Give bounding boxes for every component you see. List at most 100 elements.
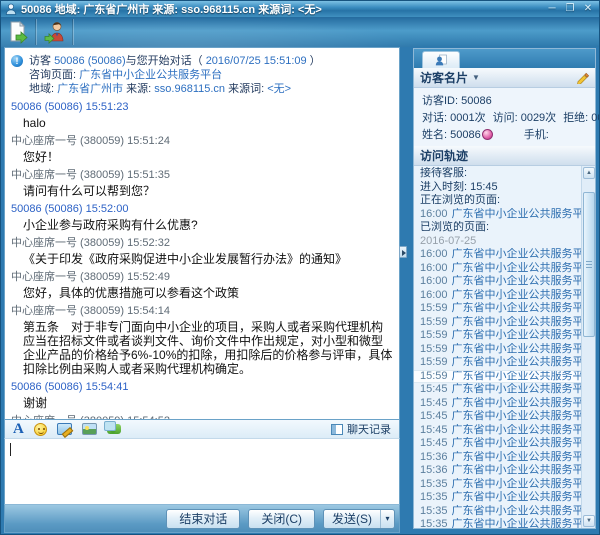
trail-entry[interactable]: 15:59广东省中小企业公共服务平台 <box>414 370 581 384</box>
trail-entry[interactable]: 15:36广东省中小企业公共服务平台 <box>414 464 581 478</box>
trail-entry[interactable]: 15:45广东省中小企业公共服务平台 <box>414 383 581 397</box>
trail-entry-link[interactable]: 广东省中小企业公共服务平台 <box>452 478 581 490</box>
minimize-button[interactable]: ─ <box>545 3 559 15</box>
trail-label-row: 正在浏览的页面: <box>414 194 581 208</box>
system-message-line: 咨询页面: 广东省中小企业公共服务平台 <box>29 68 393 82</box>
font-format-icon[interactable]: A <box>13 422 24 436</box>
quick-reply-icon[interactable] <box>107 424 121 434</box>
trail-entry-link[interactable]: 广东省中小企业公共服务平台 <box>452 410 581 422</box>
document-export-icon <box>6 20 30 44</box>
close-button[interactable]: 关闭(C) <box>248 509 315 529</box>
send-button[interactable]: 发送(S) ▾ <box>323 509 395 529</box>
close-window-button[interactable]: ✕ <box>581 3 595 15</box>
trail-entry[interactable]: 15:45广东省中小企业公共服务平台 <box>414 437 581 451</box>
trail-entry-link[interactable]: 广东省中小企业公共服务平台 <box>452 397 581 409</box>
text-caret <box>10 443 11 456</box>
trail-entry[interactable]: 15:36广东省中小企业公共服务平台 <box>414 451 581 465</box>
emoticon-icon[interactable] <box>34 423 47 436</box>
send-image-icon[interactable] <box>82 423 97 435</box>
trail-entry[interactable]: 15:35广东省中小企业公共服务平台 <box>414 491 581 505</box>
chat-window: 50086 地域: 广东省广州市 来源: sso.968115.cn 来源词: … <box>0 0 600 535</box>
system-label: 来源: <box>123 83 154 95</box>
trail-entry[interactable]: 16:00广东省中小企业公共服务平台 <box>414 248 581 262</box>
trail-entry-link[interactable]: 广东省中小企业公共服务平台 <box>452 302 581 314</box>
trail-entry[interactable]: 15:59广东省中小企业公共服务平台 <box>414 302 581 316</box>
chevron-down-icon[interactable]: ▼ <box>472 73 480 82</box>
visitor-stat: 拒绝: 0000次 <box>563 112 600 124</box>
trail-entry[interactable]: 15:59广东省中小企业公共服务平台 <box>414 316 581 330</box>
window-title: 50086 地域: 广东省广州市 来源: sso.968115.cn 来源词: … <box>21 1 322 17</box>
trail-entry-link[interactable]: 广东省中小企业公共服务平台 <box>452 491 581 503</box>
visitor-tabbar <box>414 49 595 68</box>
trail-entry-link[interactable]: 广东省中小企业公共服务平台 <box>452 464 581 476</box>
trail-entry-link[interactable]: 广东省中小企业公共服务平台 <box>452 248 581 260</box>
trail-entry-link[interactable]: 广东省中小企业公共服务平台 <box>452 356 581 368</box>
send-options-arrow[interactable]: ▾ <box>380 510 394 528</box>
trail-entry-link[interactable]: 广东省中小企业公共服务平台 <box>452 451 581 463</box>
end-conversation-button[interactable]: 结束对话 <box>166 509 240 529</box>
trail-label-row: 已浏览的页面: <box>414 221 581 235</box>
visitor-id-label: 访客ID: <box>422 95 458 107</box>
trail-entry-link[interactable]: 广东省中小企业公共服务平台 <box>452 316 581 328</box>
visitor-card-title[interactable]: 访客名片 <box>420 69 468 86</box>
export-record-button[interactable] <box>1 18 35 46</box>
trail-entry-link[interactable]: 广东省中小企业公共服务平台 <box>452 505 581 517</box>
system-link[interactable]: <无> <box>267 83 291 95</box>
trail-entry-link[interactable]: 广东省中小企业公共服务平台 <box>452 424 581 436</box>
trail-entry[interactable]: 15:35广东省中小企业公共服务平台 <box>414 478 581 492</box>
trail-entry-time: 16:00 <box>420 208 448 220</box>
trail-entry[interactable]: 16:00广东省中小企业公共服务平台 <box>414 289 581 303</box>
trail-entry-link[interactable]: 广东省中小企业公共服务平台 <box>452 275 581 287</box>
trail-entry-time: 15:35 <box>420 518 448 528</box>
trail-entry-link[interactable]: 广东省中小企业公共服务平台 <box>452 208 581 220</box>
trail-entry[interactable]: 16:00广东省中小企业公共服务平台 <box>414 275 581 289</box>
panel-splitter-button[interactable] <box>399 246 407 258</box>
screen-capture-icon[interactable] <box>57 423 72 435</box>
trail-entry[interactable]: 16:00 广东省中小企业公共服务平台 <box>414 208 581 222</box>
transfer-session-button[interactable] <box>38 18 72 46</box>
trail-entry[interactable]: 15:35广东省中小企业公共服务平台 <box>414 505 581 519</box>
message-author: 中心座席一号 (380059) 15:54:52 <box>11 415 393 419</box>
trail-entry-link[interactable]: 广东省中小企业公共服务平台 <box>452 289 581 301</box>
tab-visitor-card[interactable] <box>422 51 460 68</box>
trail-entry[interactable]: 15:45广东省中小企业公共服务平台 <box>414 424 581 438</box>
history-date: 2016-07-25 <box>420 235 476 247</box>
visit-trail-list[interactable]: 接待客服:进入时刻: 15:45正在浏览的页面:16:00广东省中小企业公共服务… <box>414 166 595 528</box>
trail-entry[interactable]: 15:35 广东省中小企业公共服务平台 <box>414 518 581 528</box>
system-label: 与您开始对话（ <box>126 55 206 67</box>
trail-entry-link[interactable]: 广东省中小企业公共服务平台 <box>452 262 581 274</box>
system-link[interactable]: 2016/07/25 15:51:09 <box>206 55 307 67</box>
trail-entry[interactable]: 15:45广东省中小企业公共服务平台 <box>414 397 581 411</box>
trail-entry-link[interactable]: 广东省中小企业公共服务平台 <box>452 370 581 382</box>
trail-scrollbar[interactable]: ▲ ▼ <box>581 166 595 528</box>
message-text: 您好！ <box>23 150 393 164</box>
history-panel-icon <box>331 424 343 435</box>
scrollbar-thumb[interactable] <box>583 192 595 337</box>
trail-entry[interactable]: 16:00广东省中小企业公共服务平台 <box>414 262 581 276</box>
trail-label: 接待客服: <box>420 167 467 179</box>
trail-entry[interactable]: 15:59广东省中小企业公共服务平台 <box>414 356 581 370</box>
message-input[interactable] <box>4 439 400 504</box>
chat-message-area[interactable]: ! 访客 50086 (50086)与您开始对话（ 2016/07/25 15:… <box>4 47 400 419</box>
system-link[interactable]: 广东省广州市 <box>57 83 123 95</box>
trail-entry-link[interactable]: 广东省中小企业公共服务平台 <box>452 343 581 355</box>
system-link[interactable]: sso.968115.cn <box>154 83 225 95</box>
trail-entry-link[interactable]: 广东省中小企业公共服务平台 <box>452 329 581 341</box>
visitor-card-icon <box>435 54 447 66</box>
trail-entry-link[interactable]: 广东省中小企业公共服务平台 <box>452 437 581 449</box>
edit-pencil-icon[interactable] <box>576 71 589 84</box>
toolbar-separator <box>73 19 74 45</box>
chat-history-toggle[interactable]: 聊天记录 <box>331 421 391 437</box>
system-link[interactable]: 广东省中小企业公共服务平台 <box>79 69 222 81</box>
scroll-down-arrow[interactable]: ▼ <box>583 515 595 527</box>
scroll-up-arrow[interactable]: ▲ <box>583 167 595 179</box>
system-link[interactable]: 50086 (50086) <box>54 55 126 67</box>
trail-entry-link[interactable]: 广东省中小企业公共服务平台 <box>452 383 581 395</box>
trail-entry-link[interactable]: 广东省中小企业公共服务平台 <box>452 518 581 528</box>
trail-entry[interactable]: 15:59广东省中小企业公共服务平台 <box>414 343 581 357</box>
chat-message: 中心座席一号 (380059) 15:54:52不客气！ <box>11 415 393 419</box>
trail-entry[interactable]: 15:45广东省中小企业公共服务平台 <box>414 410 581 424</box>
message-text: 您好，具体的优惠措施可以参看这个政策 <box>23 286 393 300</box>
maximize-button[interactable]: ❐ <box>563 3 577 15</box>
trail-entry[interactable]: 15:59广东省中小企业公共服务平台 <box>414 329 581 343</box>
